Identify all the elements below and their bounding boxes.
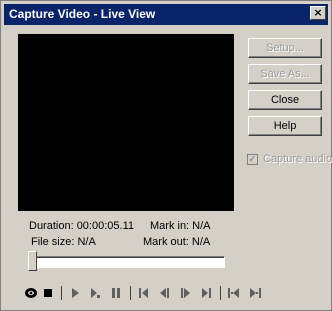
previous-frame-icon[interactable] (157, 285, 173, 301)
play-icon[interactable] (67, 285, 83, 301)
title-bar: Capture Video - Live View × (4, 4, 328, 25)
capture-audio-checkbox[interactable]: ✓ (247, 154, 258, 165)
help-button[interactable]: Help (248, 116, 322, 136)
duration-text: Duration: 00:00:05.11 (29, 220, 134, 232)
close-button[interactable]: Close (248, 90, 322, 110)
setup-button[interactable]: Setup... (248, 38, 322, 58)
file-size-text: File size: N/A (31, 236, 96, 248)
position-slider-track[interactable] (29, 256, 225, 268)
mark-in-icon[interactable] (226, 285, 242, 301)
next-frame-icon[interactable] (177, 285, 193, 301)
video-preview (18, 34, 234, 211)
pause-icon[interactable] (108, 285, 124, 301)
stop-icon[interactable] (40, 285, 56, 301)
step-play-icon[interactable] (87, 285, 103, 301)
capture-video-window: Capture Video - Live View × Setup... Sav… (0, 0, 332, 311)
go-to-end-icon[interactable] (198, 285, 214, 301)
position-slider-thumb[interactable] (28, 251, 37, 271)
mark-in-text: Mark in: N/A (150, 220, 211, 232)
transport-separator (130, 286, 131, 300)
transport-separator (61, 286, 62, 300)
go-to-start-icon[interactable] (136, 285, 152, 301)
window-title: Capture Video - Live View (9, 7, 156, 21)
close-window-button[interactable]: × (310, 6, 326, 20)
mark-out-icon[interactable] (247, 285, 263, 301)
transport-controls (23, 285, 273, 301)
transport-separator (220, 286, 221, 300)
mark-out-text: Mark out: N/A (143, 236, 211, 248)
save-as-button[interactable]: Save As... (248, 64, 322, 84)
record-icon[interactable] (23, 285, 39, 301)
capture-audio-label: Capture audio (263, 153, 332, 165)
